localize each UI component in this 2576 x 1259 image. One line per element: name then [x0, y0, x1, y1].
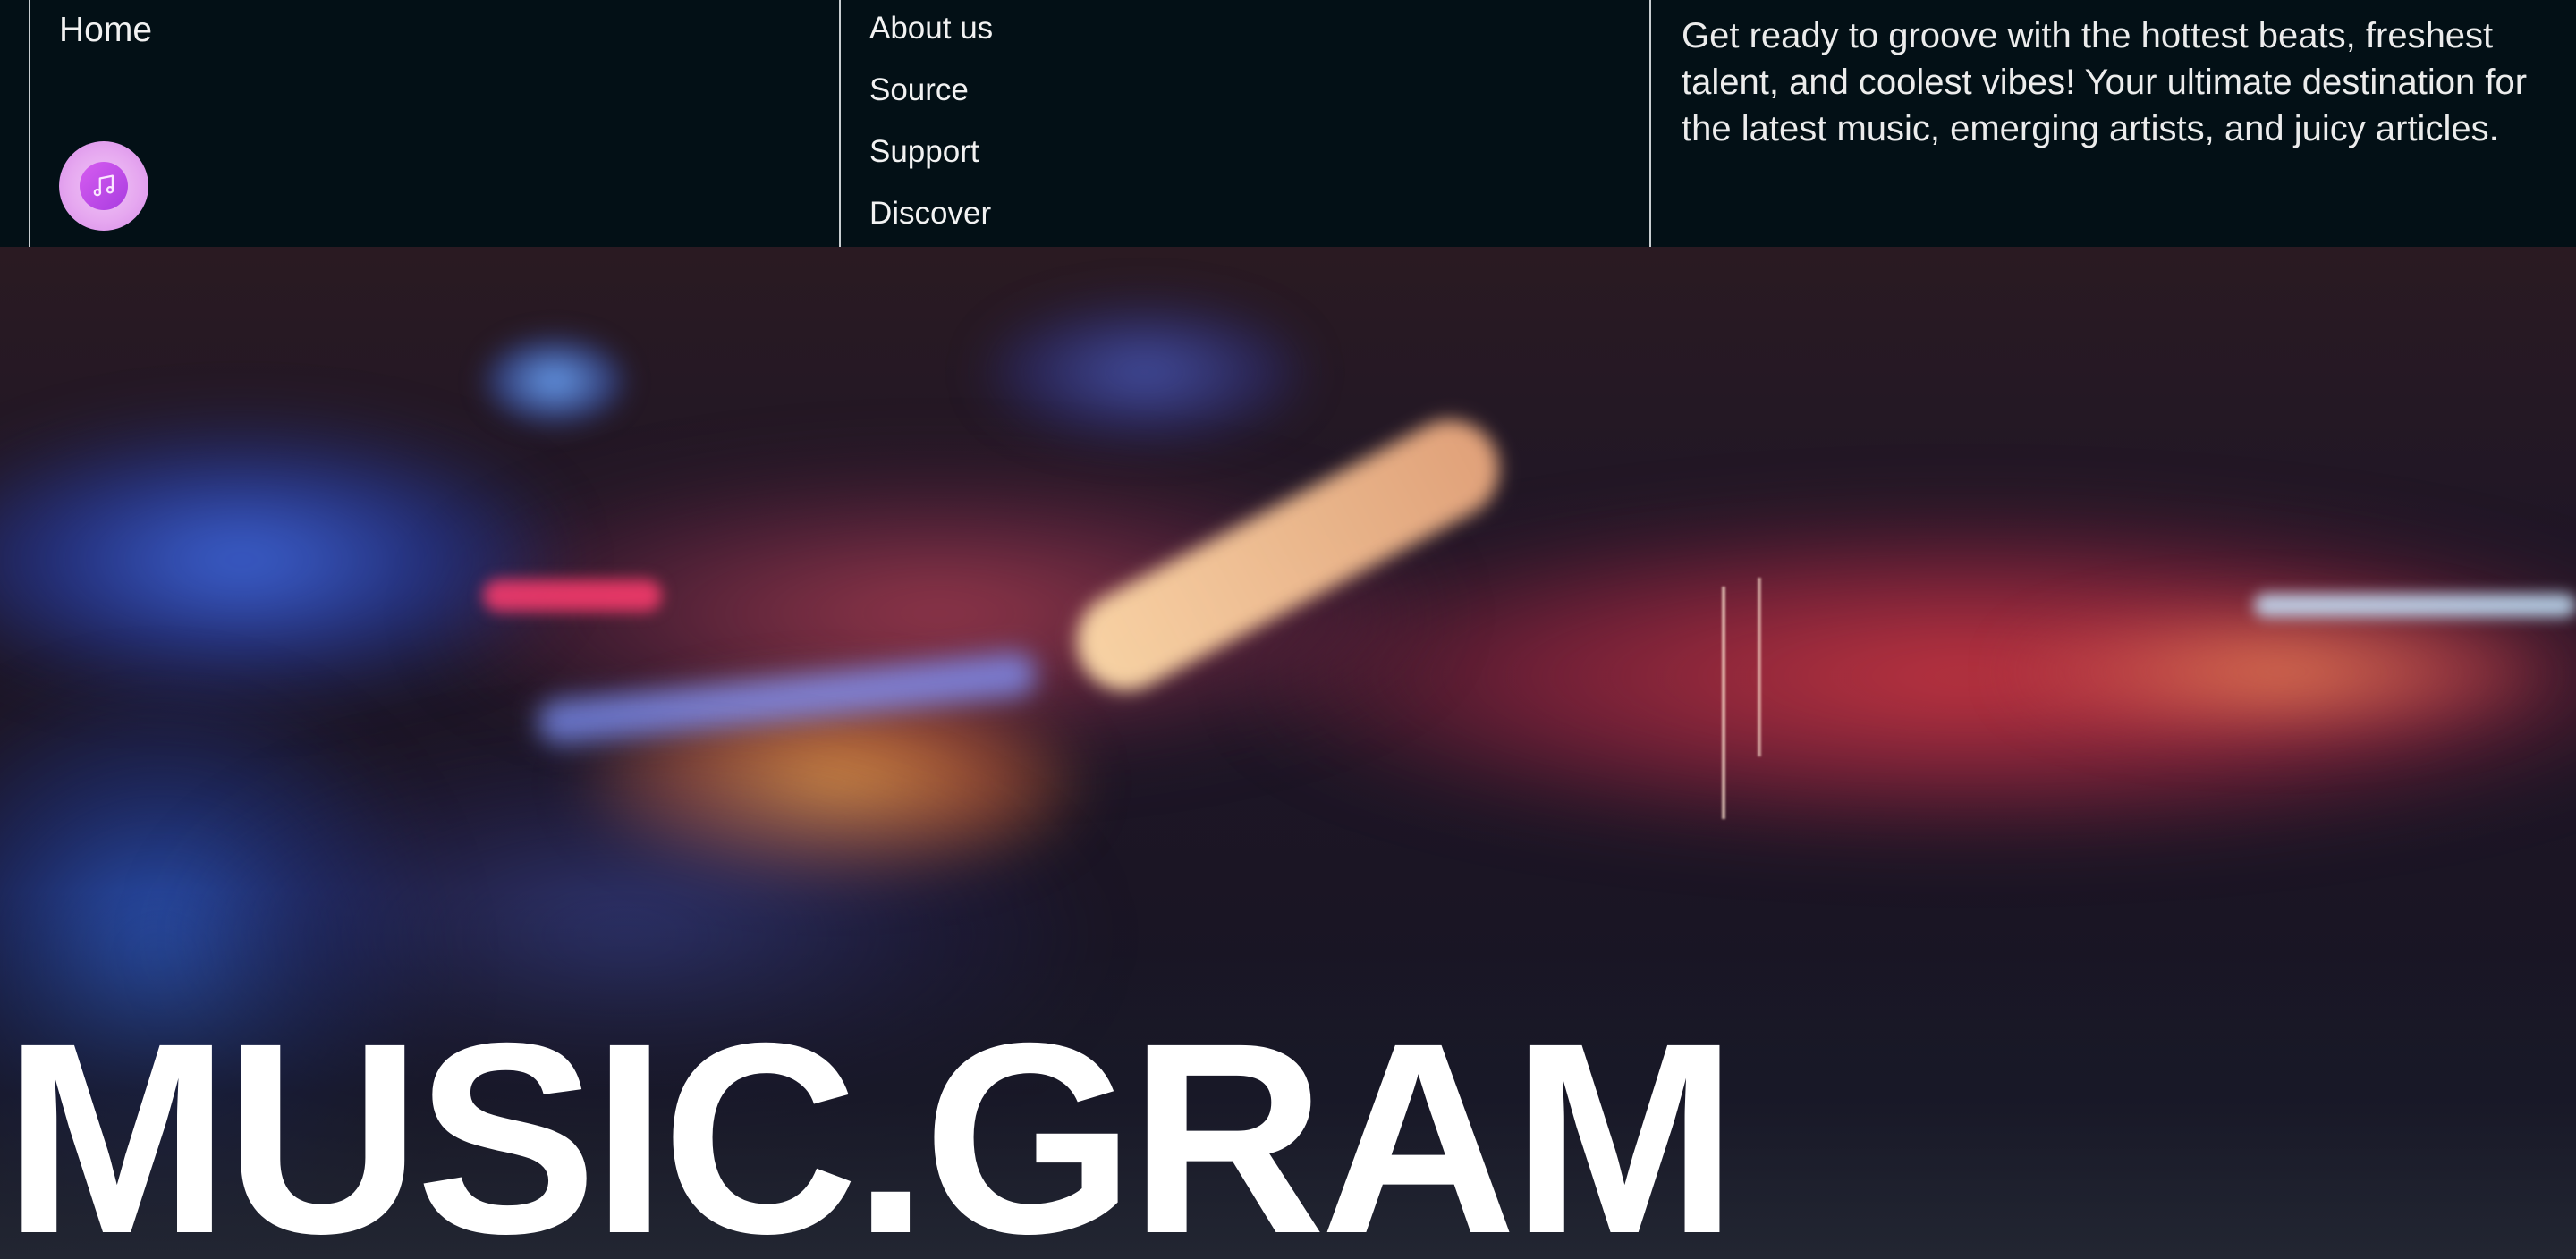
header-column-nav: About us Source Support Discover: [839, 0, 1651, 247]
logo-button[interactable]: [59, 141, 148, 231]
header-column-home: Home: [29, 0, 841, 247]
nav-item-support[interactable]: Support: [869, 134, 993, 196]
page: Home About us Source Support Discover Ge…: [0, 0, 2576, 1259]
nav-item-discover[interactable]: Discover: [869, 196, 993, 258]
site-header: Home About us Source Support Discover Ge…: [0, 0, 2576, 247]
header-column-tagline: Get ready to groove with the hottest bea…: [1649, 0, 2576, 247]
main-nav: About us Source Support Discover: [869, 11, 993, 258]
tagline: Get ready to groove with the hottest bea…: [1682, 16, 2528, 148]
nav-item-source[interactable]: Source: [869, 72, 993, 134]
nav-item-about-us[interactable]: About us: [869, 11, 993, 72]
music-note-icon: [80, 162, 128, 210]
hero-banner: MUSIC.GRAM: [0, 247, 2576, 1259]
home-link[interactable]: Home: [59, 11, 152, 50]
hero-title: MUSIC.GRAM: [4, 987, 1738, 1259]
